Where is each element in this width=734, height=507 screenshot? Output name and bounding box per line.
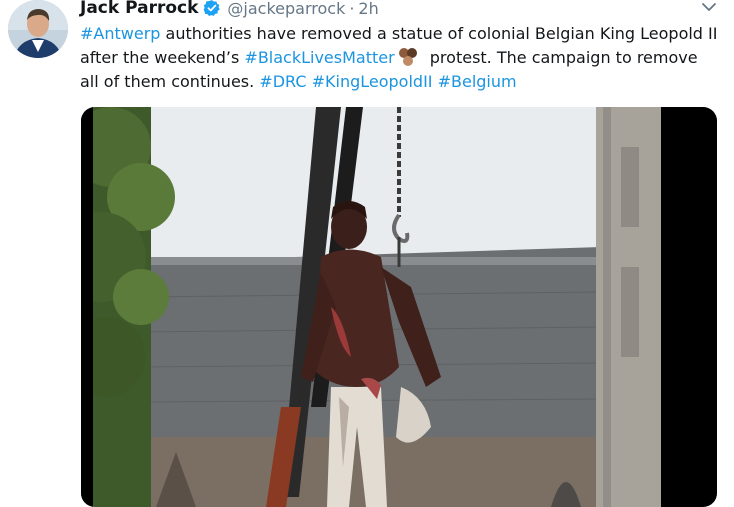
tweet-timestamp[interactable]: 2h [358, 0, 378, 18]
header-separator: · [349, 0, 355, 18]
author-name[interactable]: Jack Parrock [80, 0, 198, 18]
chevron-down-icon[interactable] [700, 0, 718, 16]
author-handle[interactable]: @jackeparrock [227, 0, 345, 18]
video-frame-statue-removal [81, 107, 717, 507]
hashtag-drc[interactable]: #DRC [259, 72, 306, 91]
hashtag-blacklivesmatter[interactable]: #BlackLivesMatter [244, 48, 394, 67]
hashtag-kingleopoldii[interactable]: #KingLeopoldII [312, 72, 433, 91]
author-avatar[interactable] [8, 0, 68, 58]
tweet-text: #Antwerp authorities have removed a stat… [80, 22, 720, 94]
tweet-header: Jack Parrock @jackeparrock · 2h [80, 0, 379, 20]
hashtag-belgium[interactable]: #Belgium [438, 72, 517, 91]
hashtag-antwerp[interactable]: #Antwerp [80, 24, 160, 43]
black-lives-matter-fists-emoji-icon [397, 47, 419, 67]
verified-badge-icon [203, 0, 221, 17]
tweet-video[interactable] [81, 107, 717, 507]
